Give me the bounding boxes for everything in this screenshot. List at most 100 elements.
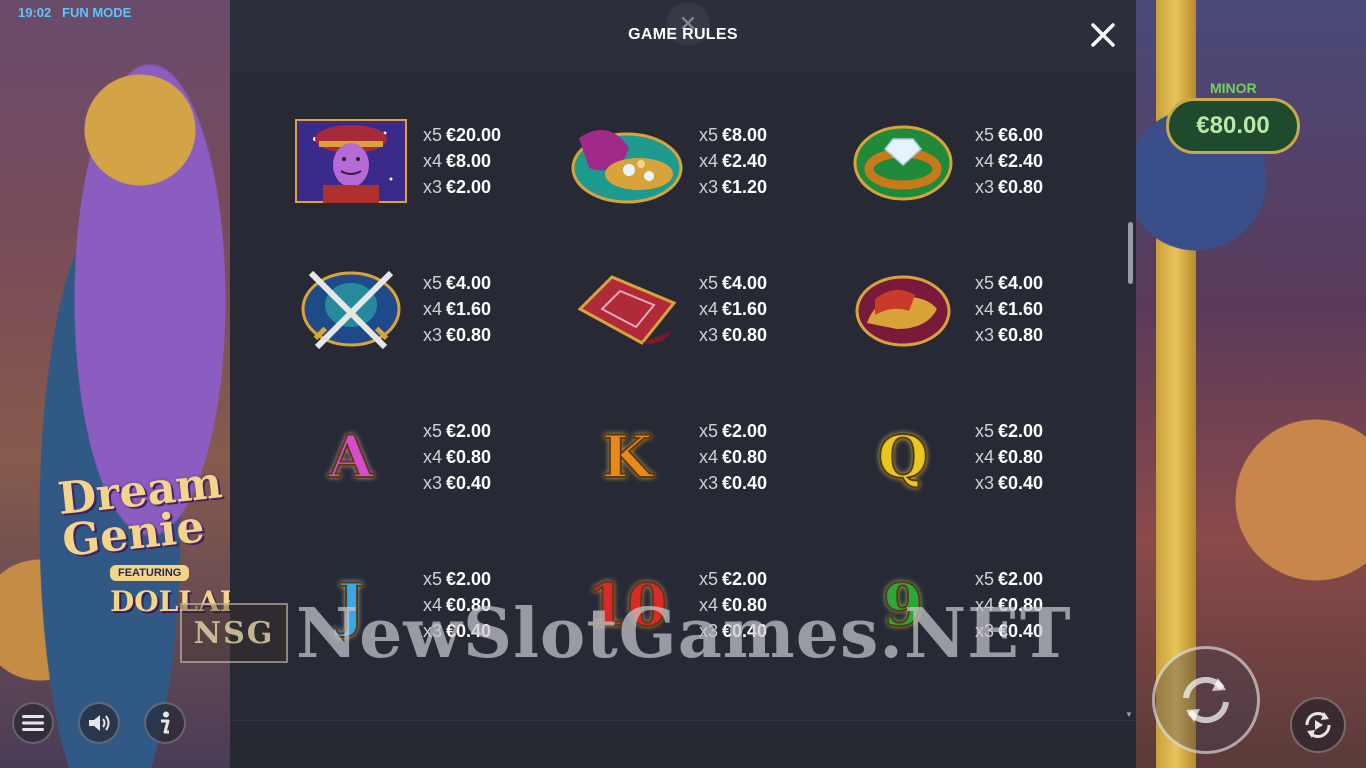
paytable-entry: Jx5 €2.00 x4 €0.80 x3 €0.40 bbox=[293, 560, 569, 660]
payout-multiplier: x3 bbox=[975, 473, 995, 493]
magic-carpet-symbol bbox=[569, 264, 685, 354]
payout-multiplier: x5 bbox=[975, 569, 995, 589]
payout-multiplier: x3 bbox=[699, 621, 719, 641]
payout-list: x5 €2.00 x4 €0.80 x3 €0.40 bbox=[423, 566, 491, 644]
payout-amount: €0.40 bbox=[722, 621, 768, 641]
payout-amount: €0.40 bbox=[446, 473, 492, 493]
payout-amount: €0.80 bbox=[998, 595, 1044, 615]
payout-amount: €1.20 bbox=[722, 177, 768, 197]
payout-list: x5 €4.00 x4 €1.60 x3 €0.80 bbox=[975, 270, 1043, 348]
minor-jackpot-label: MINOR bbox=[1210, 80, 1257, 96]
payout-row: x3 €0.40 bbox=[699, 470, 767, 496]
game-rules-modal: ✕ GAME RULES x5 €20.00 x4 €8.00 x3 €2.00 x5 €8.… bbox=[230, 0, 1136, 768]
payout-amount: €2.00 bbox=[446, 421, 492, 441]
close-button[interactable] bbox=[1086, 18, 1120, 52]
autoplay-button[interactable] bbox=[1290, 697, 1346, 753]
payout-list: x5 €2.00 x4 €0.80 x3 €0.40 bbox=[975, 418, 1043, 496]
payout-row: x3 €2.00 bbox=[423, 174, 501, 200]
payout-row: x4 €0.80 bbox=[423, 592, 491, 618]
payout-amount: €0.40 bbox=[998, 621, 1044, 641]
payout-multiplier: x4 bbox=[975, 447, 995, 467]
payout-multiplier: x5 bbox=[423, 421, 443, 441]
payout-multiplier: x5 bbox=[975, 125, 995, 145]
paytable-entry: Kx5 €2.00 x4 €0.80 x3 €0.40 bbox=[569, 412, 845, 512]
payout-amount: €0.80 bbox=[446, 595, 492, 615]
number-10-glyph: 10 bbox=[586, 571, 669, 639]
payout-multiplier: x4 bbox=[975, 595, 995, 615]
mode-label: FUN MODE bbox=[62, 5, 132, 20]
payout-row: x5 €4.00 bbox=[423, 270, 491, 296]
payout-list: x5 €2.00 x4 €0.80 x3 €0.40 bbox=[699, 418, 767, 496]
paytable-entry: x5 €4.00 x4 €1.60 x3 €0.80 bbox=[293, 264, 569, 364]
payout-multiplier: x5 bbox=[699, 421, 719, 441]
payout-list: x5 €20.00 x4 €8.00 x3 €2.00 bbox=[423, 122, 501, 200]
payout-row: x5 €4.00 bbox=[975, 270, 1043, 296]
payout-list: x5 €4.00 x4 €1.60 x3 €0.80 bbox=[423, 270, 491, 348]
payout-row: x3 €0.80 bbox=[423, 322, 491, 348]
letter-a-symbol: A bbox=[293, 412, 409, 502]
treasure-bag-symbol bbox=[569, 116, 685, 206]
payout-amount: €2.00 bbox=[446, 177, 492, 197]
payout-row: x3 €0.80 bbox=[699, 322, 767, 348]
payout-amount: €0.80 bbox=[998, 447, 1044, 467]
payout-list: x5 €4.00 x4 €1.60 x3 €0.80 bbox=[699, 270, 767, 348]
sound-icon bbox=[89, 715, 110, 731]
letter-q-glyph: Q bbox=[877, 423, 930, 491]
modal-title: GAME RULES bbox=[628, 26, 738, 43]
payout-row: x4 €8.00 bbox=[423, 148, 501, 174]
payout-amount: €0.80 bbox=[998, 177, 1044, 197]
paytable-scroll-area[interactable]: x5 €20.00 x4 €8.00 x3 €2.00 x5 €8.00 x4 €2.40 x3 €1… bbox=[230, 72, 1136, 720]
payout-amount: €2.00 bbox=[998, 421, 1044, 441]
letter-a-glyph: A bbox=[327, 423, 374, 491]
payout-amount: €4.00 bbox=[722, 273, 768, 293]
payout-multiplier: x4 bbox=[699, 151, 719, 171]
payout-amount: €4.00 bbox=[998, 273, 1044, 293]
paytable-entry: x5 €4.00 x4 €1.60 x3 €0.80 bbox=[845, 264, 1121, 364]
payout-multiplier: x4 bbox=[699, 299, 719, 319]
game-background-left bbox=[0, 0, 230, 768]
payout-amount: €8.00 bbox=[722, 125, 768, 145]
scrollbar-thumb[interactable] bbox=[1128, 222, 1133, 284]
payout-amount: €2.00 bbox=[446, 569, 492, 589]
paytable-entry: x5 €8.00 x4 €2.40 x3 €1.20 bbox=[569, 116, 845, 216]
payout-list: x5 €2.00 x4 €0.80 x3 €0.40 bbox=[423, 418, 491, 496]
scroll-down-arrow-icon[interactable]: ▼ bbox=[1125, 710, 1133, 719]
payout-row: x5 €20.00 bbox=[423, 122, 501, 148]
payout-row: x3 €0.40 bbox=[423, 618, 491, 644]
payout-row: x5 €2.00 bbox=[423, 418, 491, 444]
modal-footer bbox=[230, 720, 1136, 768]
payout-multiplier: x4 bbox=[423, 595, 443, 615]
payout-multiplier: x3 bbox=[699, 473, 719, 493]
payout-multiplier: x3 bbox=[423, 325, 443, 345]
payout-row: x4 €1.60 bbox=[423, 296, 491, 322]
payout-multiplier: x5 bbox=[699, 125, 719, 145]
payout-row: x5 €2.00 bbox=[423, 566, 491, 592]
payout-multiplier: x5 bbox=[975, 273, 995, 293]
scrollbar-track[interactable] bbox=[1126, 72, 1132, 720]
crossed-swords-symbol bbox=[293, 264, 409, 354]
payout-amount: €6.00 bbox=[998, 125, 1044, 145]
spin-button[interactable] bbox=[1152, 646, 1260, 754]
payout-row: x3 €0.40 bbox=[975, 470, 1043, 496]
payout-amount: €1.60 bbox=[722, 299, 768, 319]
payout-list: x5 €2.00 x4 €0.80 x3 €0.40 bbox=[699, 566, 767, 644]
payout-multiplier: x3 bbox=[423, 473, 443, 493]
payout-amount: €0.80 bbox=[722, 325, 768, 345]
payout-row: x3 €0.80 bbox=[975, 322, 1043, 348]
logo-subtitle: DOLLAR bbox=[110, 585, 244, 618]
payout-amount: €1.60 bbox=[446, 299, 492, 319]
minor-jackpot: MINOR €80.00 bbox=[1158, 80, 1308, 158]
close-icon bbox=[1091, 23, 1115, 47]
menu-button[interactable] bbox=[12, 702, 54, 744]
info-button[interactable] bbox=[144, 702, 186, 744]
letter-k-glyph: K bbox=[601, 423, 653, 491]
payout-multiplier: x3 bbox=[699, 325, 719, 345]
payout-amount: €2.00 bbox=[722, 569, 768, 589]
payout-multiplier: x3 bbox=[423, 177, 443, 197]
paytable-entry: 9 x5 €2.00 x4 €0.80 x3 €0.40 bbox=[845, 560, 1121, 660]
genie-portrait-symbol bbox=[293, 116, 409, 206]
payout-row: x3 €0.80 bbox=[975, 174, 1043, 200]
payout-amount: €0.80 bbox=[446, 447, 492, 467]
paytable-entry: x5 €6.00 x4 €2.40 x3 €0.80 bbox=[845, 116, 1121, 216]
sound-button[interactable] bbox=[78, 702, 120, 744]
